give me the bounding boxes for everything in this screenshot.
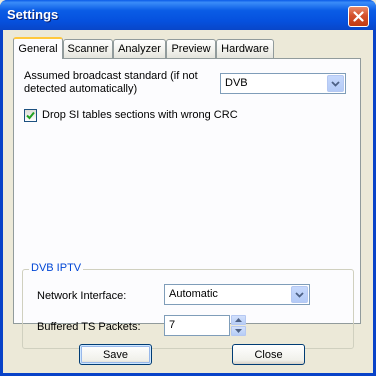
tab-label: Preview <box>171 43 211 55</box>
tab-label: General <box>18 43 58 55</box>
network-interface-label: Network Interface: <box>37 290 127 302</box>
close-window-button[interactable] <box>348 6 369 27</box>
broadcast-standard-label: Assumed broadcast standard (if not detec… <box>24 70 198 96</box>
button-label: Close <box>254 348 283 361</box>
drop-si-label[interactable]: Drop SI tables sections with wrong CRC <box>42 109 238 122</box>
tab-hardware[interactable]: Hardware <box>216 39 274 58</box>
buffered-ts-spinner <box>231 315 246 336</box>
group-title: DVB IPTV <box>29 262 84 274</box>
chevron-down-icon <box>331 80 340 87</box>
spin-down-button[interactable] <box>231 326 246 336</box>
tab-scanner[interactable]: Scanner <box>63 39 113 58</box>
close-button[interactable]: Close <box>232 344 305 365</box>
tab-analyzer[interactable]: Analyzer <box>113 39 166 58</box>
tab-general[interactable]: General <box>13 37 63 59</box>
dvb-iptv-group: DVB IPTV Network Interface: Automatic Bu… <box>22 262 354 349</box>
tab-label: Analyzer <box>118 43 161 55</box>
settings-window: Settings General Scanner Analyzer Previe… <box>0 0 376 376</box>
network-interface-select[interactable]: Automatic <box>164 284 310 305</box>
label-line: detected automatically) <box>24 83 138 95</box>
dialog-body: General Scanner Analyzer Preview Hardwar… <box>3 30 373 373</box>
broadcast-standard-select[interactable]: DVB <box>220 73 346 94</box>
tab-preview[interactable]: Preview <box>166 39 216 58</box>
checkmark-icon <box>26 111 35 120</box>
button-label: Save <box>102 348 129 361</box>
input-value: 7 <box>169 319 176 331</box>
tab-label: Scanner <box>67 43 109 55</box>
chevron-down-icon <box>295 291 304 298</box>
dropdown-button[interactable] <box>291 286 308 303</box>
arrow-down-icon <box>235 329 242 333</box>
save-button[interactable]: Save <box>79 344 152 365</box>
general-tab-panel: Assumed broadcast standard (if not detec… <box>13 58 361 349</box>
close-icon <box>353 11 364 22</box>
buffered-ts-input[interactable]: 7 <box>164 315 230 336</box>
buffered-ts-label: Buffered TS Packets: <box>37 321 141 333</box>
select-value: DVB <box>225 77 248 89</box>
title-bar[interactable]: Settings <box>0 0 376 30</box>
select-value: Automatic <box>169 288 218 300</box>
label-line: Assumed broadcast standard (if not <box>24 70 198 82</box>
drop-si-checkbox[interactable] <box>24 109 37 122</box>
arrow-up-icon <box>235 318 242 322</box>
spin-up-button[interactable] <box>231 315 246 325</box>
tab-label: Hardware <box>221 43 269 55</box>
window-title: Settings <box>7 7 59 22</box>
dropdown-button[interactable] <box>327 75 344 92</box>
